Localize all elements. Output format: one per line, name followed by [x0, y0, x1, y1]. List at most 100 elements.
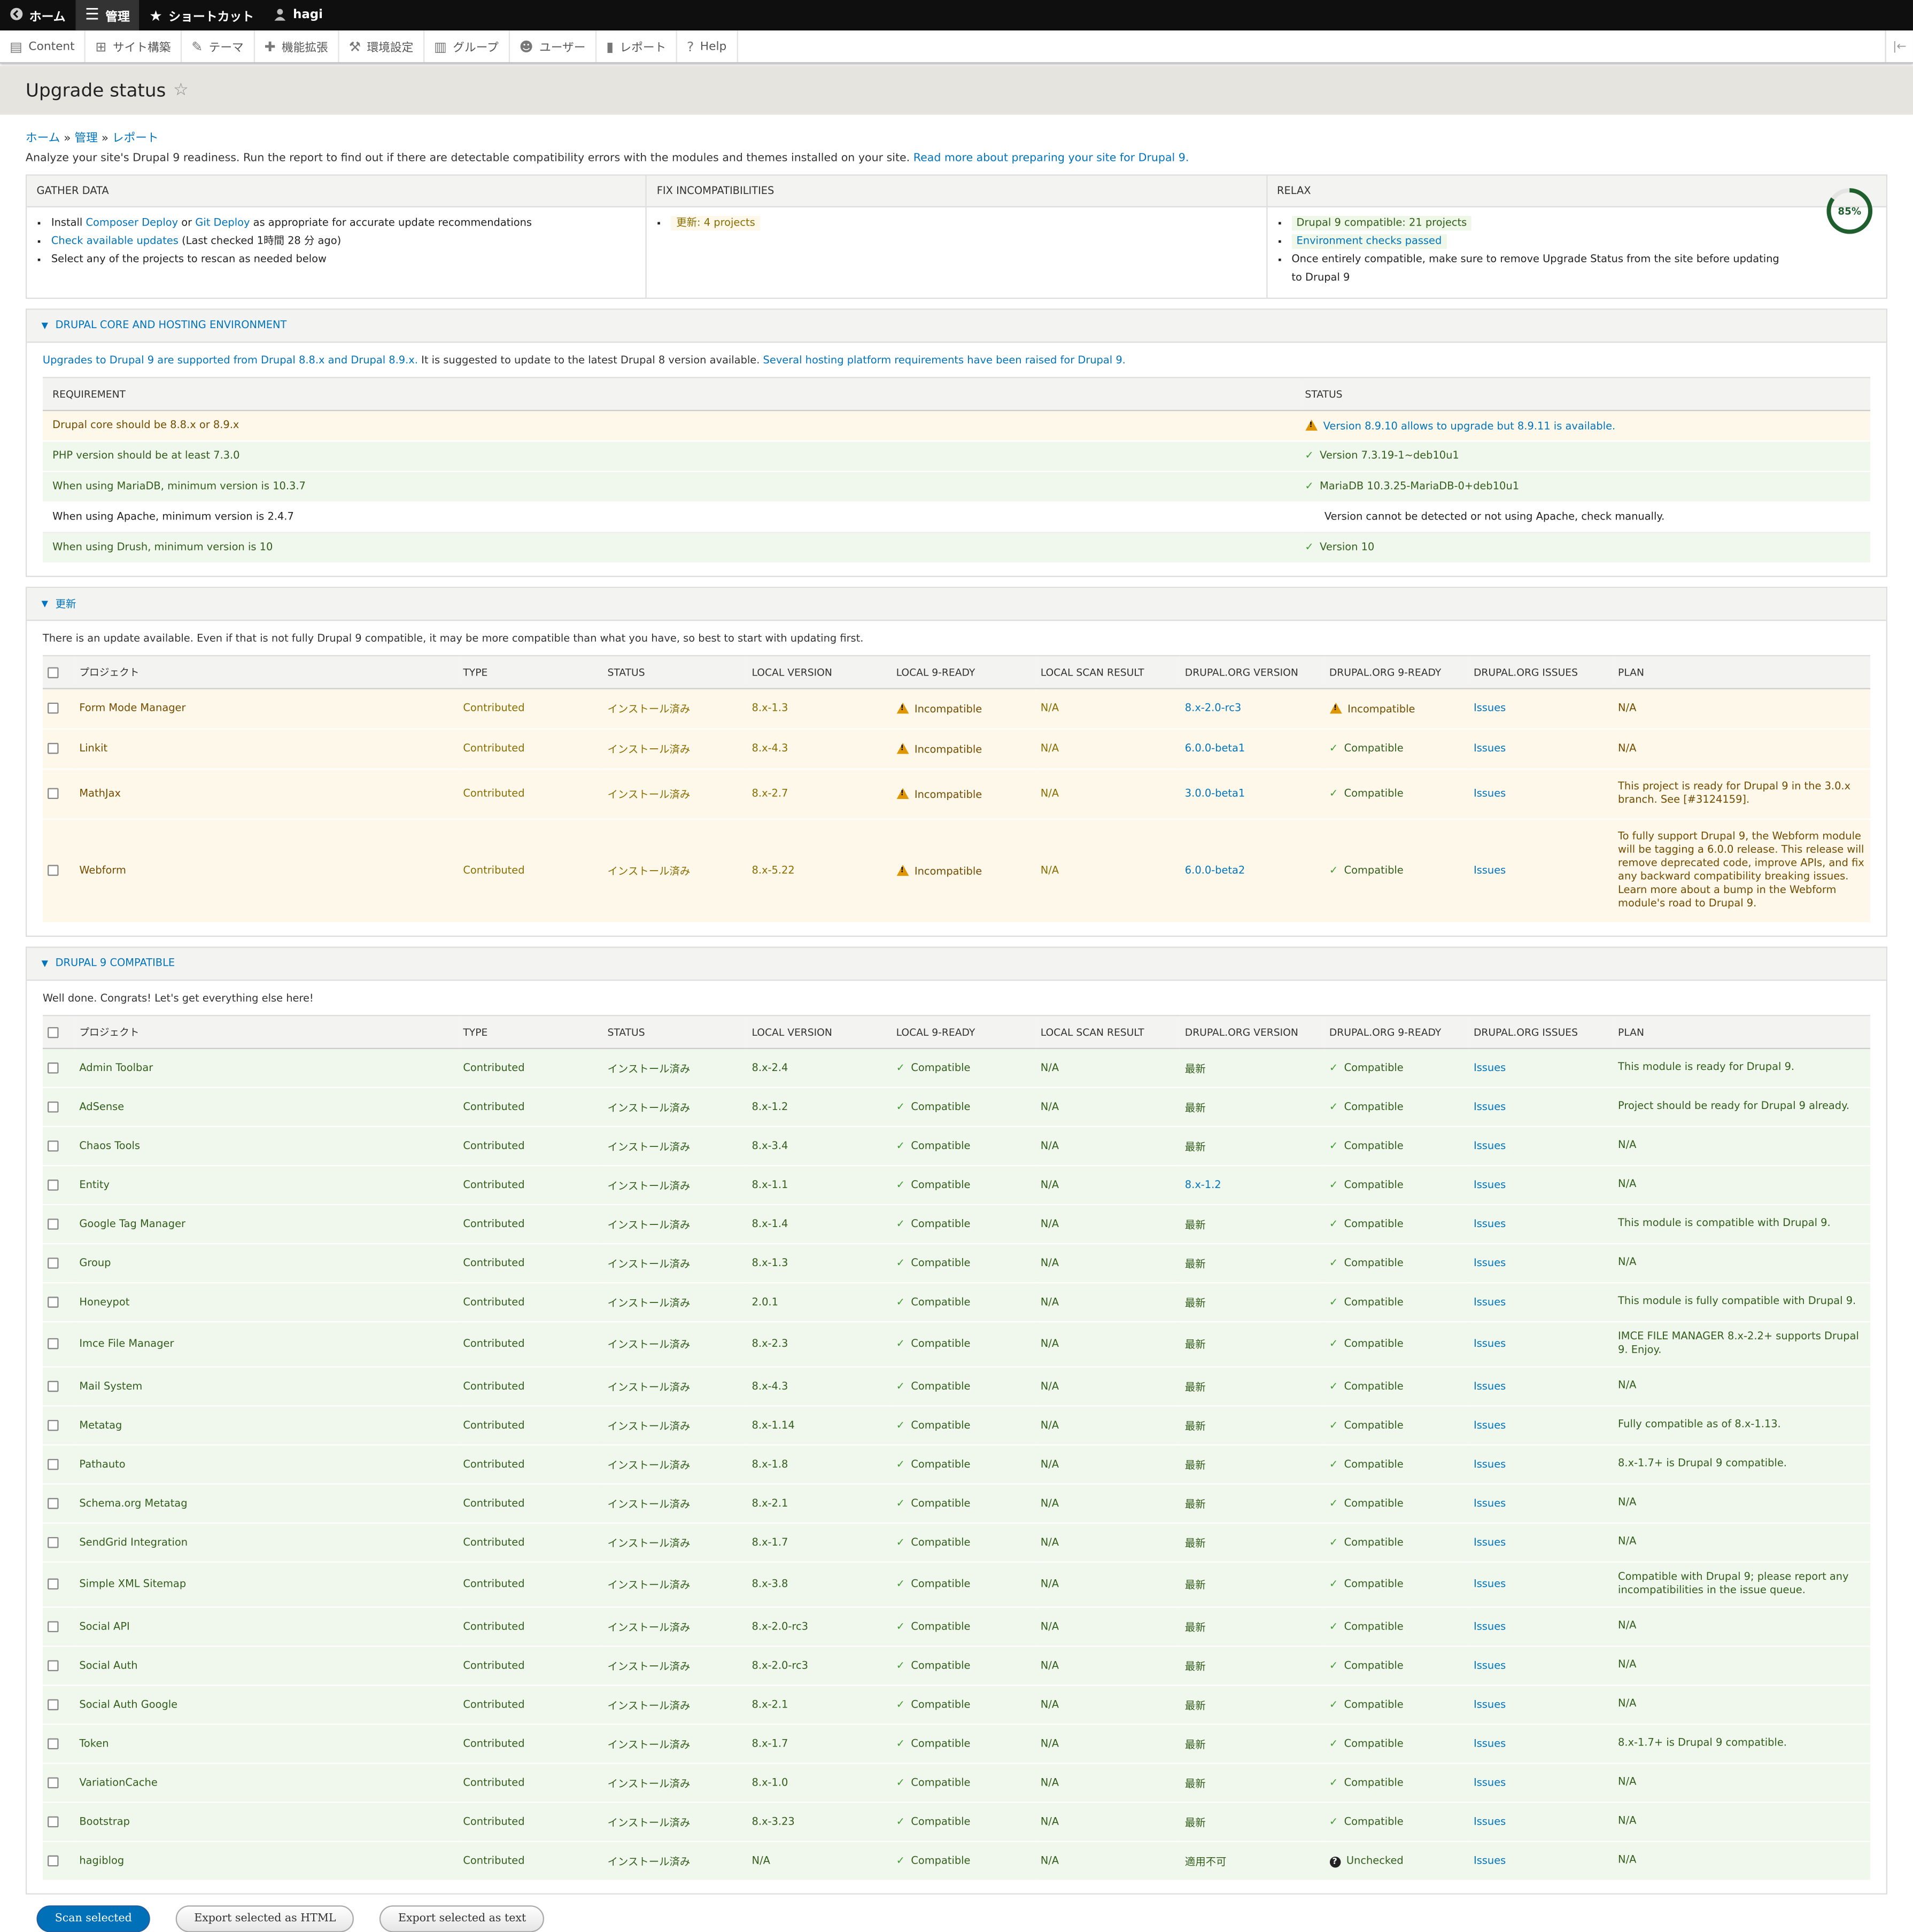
row-checkbox[interactable] [48, 1257, 59, 1268]
row-checkbox[interactable] [48, 1338, 59, 1349]
row-checkbox[interactable] [48, 1620, 59, 1632]
tray-item-config[interactable]: ⚒ 環境設定 [339, 30, 424, 63]
row-checkbox[interactable] [48, 788, 59, 800]
org-issues-text[interactable]: Issues [1474, 1458, 1506, 1471]
org-issues-text[interactable]: Issues [1474, 1776, 1506, 1789]
core-section-toggle[interactable]: ▼ DRUPAL CORE AND HOSTING ENVIRONMENT [27, 309, 1886, 343]
row-checkbox[interactable] [48, 1659, 59, 1671]
row-checkbox[interactable] [48, 1855, 59, 1866]
scan-selected-button[interactable]: Scan selected [36, 1905, 151, 1932]
row-checkbox[interactable] [48, 1218, 59, 1229]
org-version-text: 最新 [1184, 1381, 1206, 1394]
row-checkbox[interactable] [48, 1536, 59, 1548]
org-issues-text[interactable]: Issues [1474, 1140, 1506, 1152]
row-checkbox[interactable] [48, 1419, 59, 1431]
org-ready-text: Compatible [1344, 1179, 1404, 1191]
org-version-text[interactable]: 8.x-1.2 [1185, 1179, 1221, 1191]
org-issues-text[interactable]: Issues [1474, 1101, 1506, 1113]
core-supported-link[interactable]: Upgrades to Drupal 9 are supported from … [43, 355, 418, 367]
toolbar-item-manage[interactable]: ☰ 管理 [75, 0, 140, 31]
org-version-text[interactable]: 3.0.0-beta1 [1185, 788, 1245, 800]
project-status: インストール済み [602, 1283, 747, 1323]
row-checkbox[interactable] [48, 1139, 59, 1151]
tray-orientation-toggle[interactable]: |← [1885, 30, 1912, 63]
row-checkbox[interactable] [48, 1458, 59, 1470]
env-check-link[interactable]: Environment checks passed [1291, 234, 1447, 249]
tray-item-structure[interactable]: ⊞ サイト構築 [86, 30, 182, 63]
row-checkbox[interactable] [48, 1497, 59, 1509]
org-issues-text[interactable]: Issues [1474, 1338, 1506, 1351]
tray-item-group[interactable]: ▥ グループ [424, 30, 510, 63]
tray-item-content[interactable]: ▤ Content [0, 30, 86, 63]
project-status: インストール済み [602, 1126, 747, 1167]
select-all-checkbox[interactable] [48, 1027, 59, 1038]
org-version-text[interactable]: 8.x-2.0-rc3 [1185, 703, 1241, 715]
org-issues-text[interactable]: Issues [1474, 788, 1506, 800]
updates-count-link[interactable]: 更新: 4 projects [671, 216, 760, 231]
org-issues-text[interactable]: Issues [1474, 1620, 1506, 1633]
org-issues-text[interactable]: Issues [1474, 1855, 1506, 1867]
org-issues-text[interactable]: Issues [1474, 1659, 1506, 1672]
compatible-count-link[interactable]: Drupal 9 compatible: 21 projects [1291, 216, 1472, 231]
local-scan: N/A [1035, 1445, 1180, 1485]
toolbar-item-shortcuts[interactable]: ★ ショートカット [140, 0, 264, 30]
toolbar-item-user[interactable]: hagi [264, 0, 332, 30]
org-issues-text[interactable]: Issues [1474, 1179, 1506, 1191]
org-issues-text[interactable]: Issues [1474, 1537, 1506, 1549]
breadcrumb-admin[interactable]: 管理 [74, 132, 97, 145]
row-checkbox[interactable] [48, 1061, 59, 1073]
breadcrumb-home[interactable]: ホーム [26, 132, 60, 145]
toolbar-item-home[interactable]: ホーム [0, 0, 75, 30]
org-issues-text[interactable]: Issues [1474, 1062, 1506, 1074]
org-issues-text[interactable]: Issues [1474, 1579, 1506, 1591]
org-issues-text[interactable]: Issues [1474, 1218, 1506, 1230]
core-hosting-link[interactable]: Several hosting platform requirements ha… [763, 355, 1126, 367]
compatible-section-toggle[interactable]: ▼ DRUPAL 9 COMPATIBLE [27, 948, 1886, 981]
org-version-text[interactable]: 6.0.0-beta1 [1185, 743, 1245, 755]
row-checkbox[interactable] [48, 865, 59, 876]
status-text[interactable]: Version 8.9.10 allows to upgrade but 8.9… [1323, 420, 1616, 432]
org-issues-text[interactable]: Issues [1474, 743, 1506, 755]
local-version: 8.x-4.3 [747, 728, 892, 770]
tray-item-help[interactable]: ? Help [677, 30, 738, 63]
row-checkbox[interactable] [48, 1100, 59, 1112]
org-version-text[interactable]: 6.0.0-beta2 [1185, 865, 1245, 877]
row-checkbox[interactable] [48, 1380, 59, 1392]
org-issues-text[interactable]: Issues [1474, 1419, 1506, 1432]
project-name: Linkit [74, 728, 459, 770]
check-updates-link[interactable]: Check available updates [51, 236, 179, 248]
org-issues-text[interactable]: Issues [1474, 1816, 1506, 1828]
row-checkbox[interactable] [48, 1578, 59, 1590]
org-ready: ✓ Compatible [1324, 1685, 1469, 1725]
tray-item-people[interactable]: ☻ ユーザー [509, 30, 597, 63]
tray-item-reports[interactable]: ▮ レポート [597, 30, 677, 63]
breadcrumb-reports[interactable]: レポート [112, 132, 159, 145]
org-issues-text[interactable]: Issues [1474, 1498, 1506, 1510]
row-checkbox[interactable] [48, 1179, 59, 1190]
select-all-checkbox[interactable] [48, 667, 59, 679]
row-checkbox[interactable] [48, 1776, 59, 1788]
row-checkbox[interactable] [48, 1698, 59, 1710]
tray-item-extend[interactable]: ✚ 機能拡張 [254, 30, 339, 63]
row-checkbox[interactable] [48, 1815, 59, 1827]
git-deploy-link[interactable]: Git Deploy [195, 217, 250, 229]
org-issues-text[interactable]: Issues [1474, 1257, 1506, 1269]
intro-link[interactable]: Read more about preparing your site for … [913, 152, 1189, 165]
org-issues-text[interactable]: Issues [1474, 1698, 1506, 1711]
org-issues-text[interactable]: Issues [1474, 1296, 1506, 1308]
composer-deploy-link[interactable]: Composer Deploy [86, 217, 178, 229]
row-checkbox[interactable] [48, 1296, 59, 1307]
export-text-button[interactable]: Export selected as text [379, 1905, 545, 1932]
org-issues-text[interactable]: Issues [1474, 1380, 1506, 1393]
org-issues-text[interactable]: Issues [1474, 1737, 1506, 1750]
row-checkbox[interactable] [48, 702, 59, 714]
row-checkbox[interactable] [48, 1737, 59, 1749]
tray-item-appearance[interactable]: ✎ テーマ [182, 30, 255, 63]
row-checkbox[interactable] [48, 743, 59, 754]
shortcut-star-icon[interactable]: ☆ [173, 81, 189, 100]
updates-section-toggle[interactable]: ▼ 更新 [27, 588, 1886, 621]
org-issues-text[interactable]: Issues [1474, 703, 1506, 715]
org-issues-text[interactable]: Issues [1474, 865, 1506, 877]
export-html-button[interactable]: Export selected as HTML [175, 1905, 354, 1932]
org-version: 6.0.0-beta1 [1180, 728, 1325, 770]
